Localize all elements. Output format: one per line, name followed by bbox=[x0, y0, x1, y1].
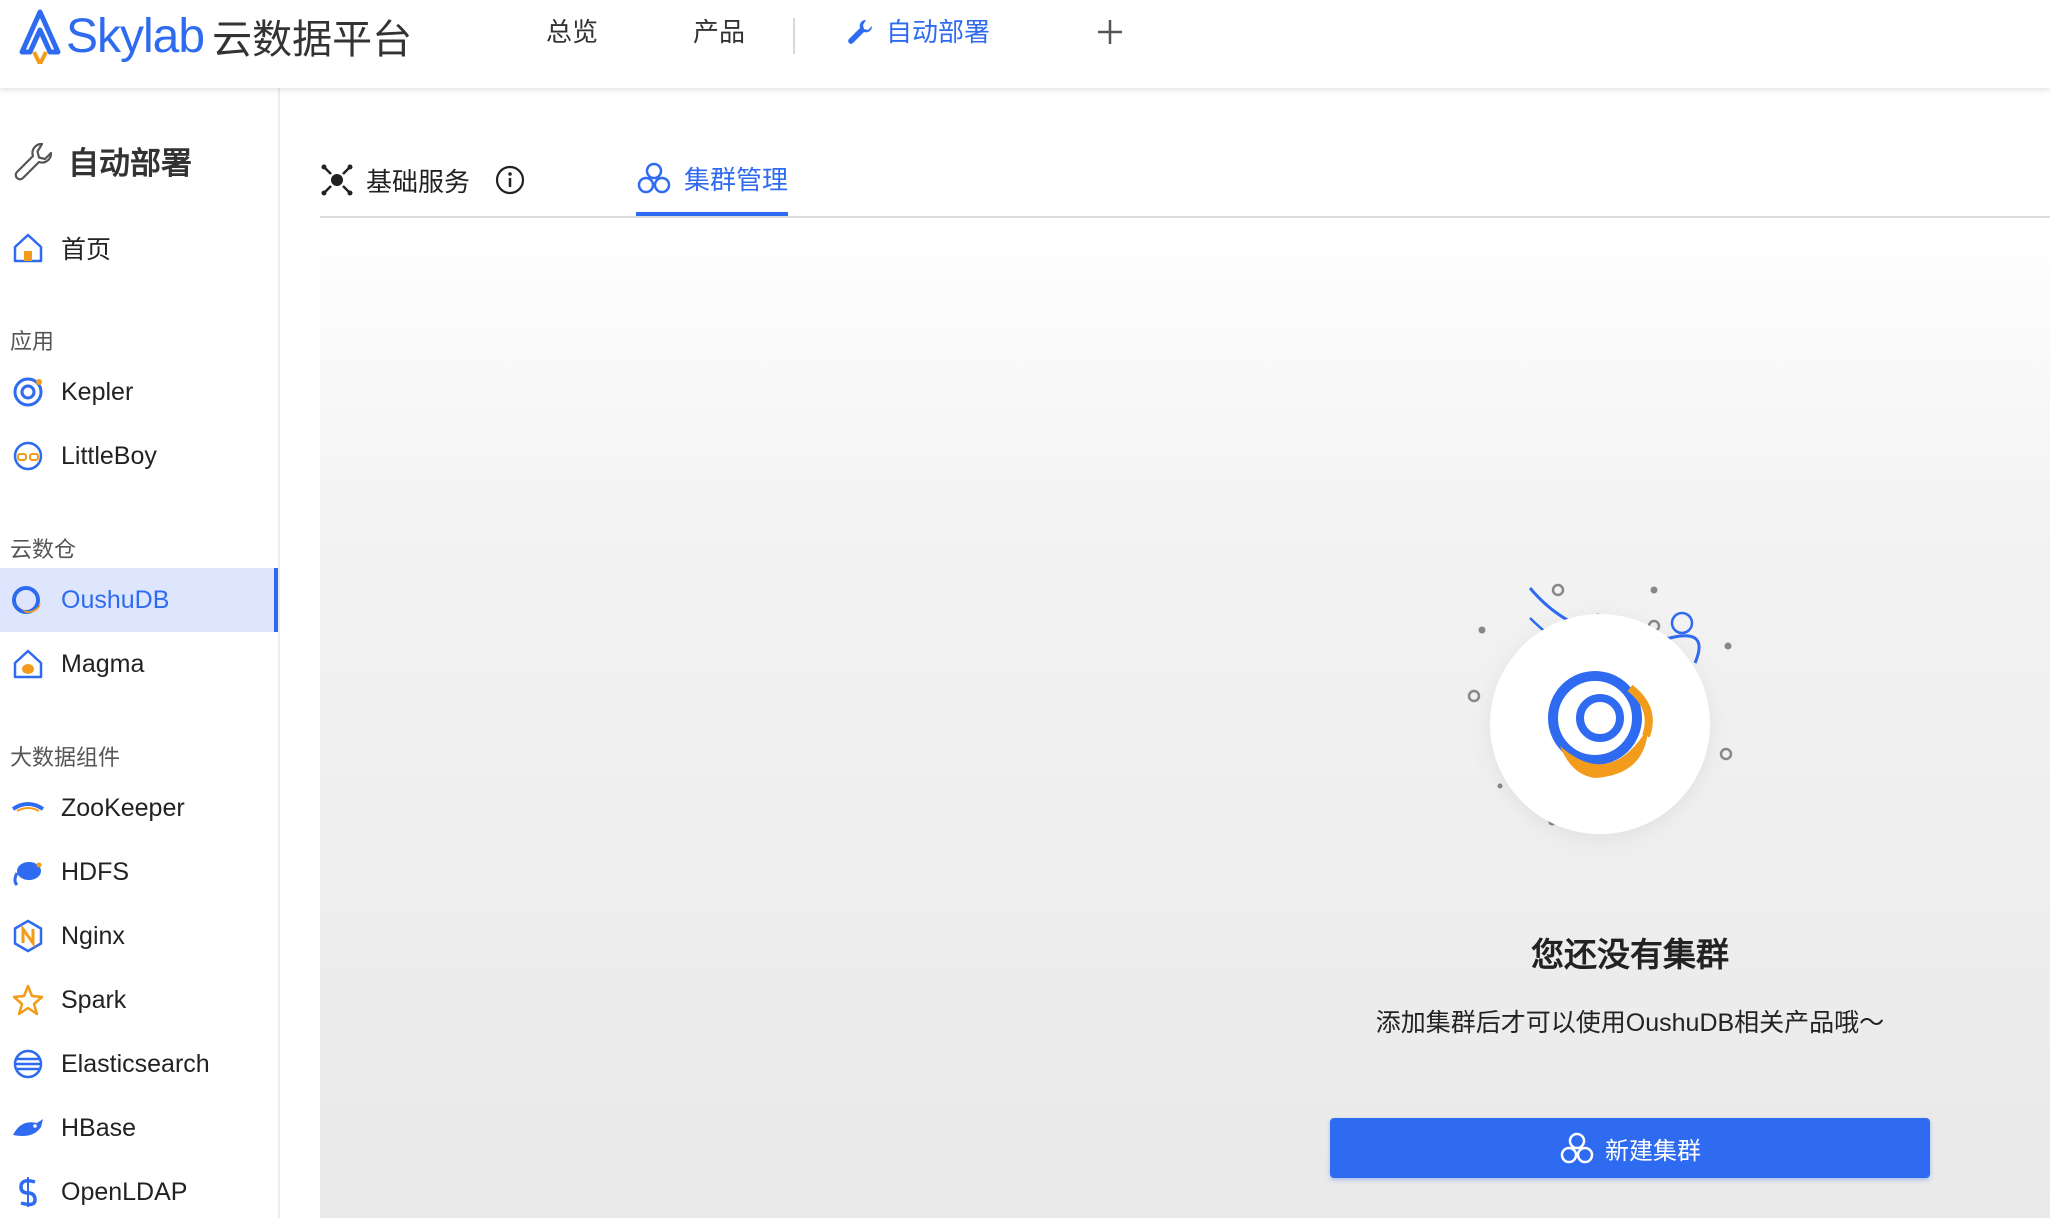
sidebar-group-apps: 应用 bbox=[10, 329, 55, 354]
nav-auto-deploy-label: 自动部署 bbox=[886, 17, 991, 47]
hbase-orca-icon bbox=[13, 1119, 43, 1136]
sidebar-item-littleboy[interactable]: LittleBoy bbox=[0, 424, 278, 488]
nav-products[interactable]: 产品 bbox=[693, 12, 745, 52]
wrench-outline-icon bbox=[14, 142, 53, 180]
create-cluster-button[interactable]: 新建集群 bbox=[1330, 1118, 1930, 1178]
sidebar-item-label: 首页 bbox=[61, 236, 112, 264]
sidebar-item-spark[interactable]: Spark bbox=[0, 968, 278, 1032]
create-cluster-button-label: 新建集群 bbox=[1605, 1137, 1701, 1165]
empty-state-description: 添加集群后才可以使用OushuDB相关产品哦～ bbox=[1375, 1009, 1885, 1037]
logo-text: Skylab bbox=[66, 9, 205, 63]
cluster-icon bbox=[637, 162, 671, 194]
oushudb-icon bbox=[12, 586, 41, 614]
logo-subtitle: 云数据平台 bbox=[212, 18, 413, 62]
sidebar-item-label: Magma bbox=[61, 649, 145, 678]
nav-overview[interactable]: 总览 bbox=[546, 12, 598, 52]
sidebar-item-label: HDFS bbox=[61, 857, 130, 886]
sidebar-group-bigdata: 大数据组件 bbox=[10, 745, 121, 770]
tab-cluster-management-label: 集群管理 bbox=[684, 164, 789, 195]
info-icon[interactable] bbox=[494, 164, 526, 196]
nav-auto-deploy[interactable]: 自动部署 bbox=[846, 12, 990, 52]
home-icon bbox=[13, 233, 43, 263]
sidebar-item-label: Nginx bbox=[61, 921, 125, 950]
skylab-logo-icon bbox=[19, 9, 61, 64]
sidebar-title-label: 自动部署 bbox=[68, 146, 192, 181]
sidebar-item-openldap[interactable]: OpenLDAP bbox=[0, 1160, 278, 1224]
logo[interactable]: Skylab 云数据平台 bbox=[18, 6, 412, 66]
add-tab-plus-icon[interactable] bbox=[1092, 14, 1128, 50]
tab-basic-services-label: 基础服务 bbox=[366, 166, 471, 197]
kepler-icon bbox=[13, 377, 43, 407]
hdfs-elephant-icon bbox=[13, 862, 42, 887]
sidebar-item-hdfs[interactable]: HDFS bbox=[0, 840, 278, 904]
sidebar-item-label: OpenLDAP bbox=[61, 1177, 188, 1206]
main-content: 基础服务 集群管理 您还没有集群 添加集群后才可以使用OushuDB相关产品哦～… bbox=[280, 88, 2050, 1218]
sidebar-item-label: Elasticsearch bbox=[61, 1049, 210, 1078]
littleboy-icon bbox=[13, 441, 43, 471]
openldap-icon bbox=[19, 1177, 37, 1207]
sidebar-item-label: ZooKeeper bbox=[61, 793, 185, 822]
nav-divider bbox=[793, 18, 795, 54]
nginx-icon bbox=[13, 919, 43, 953]
sidebar-item-magma[interactable]: Magma bbox=[0, 632, 278, 696]
sidebar: 自动部署 首页 应用 Kepler LittleBoy 云数仓 OushuDB bbox=[0, 88, 280, 1218]
sidebar-item-label: Spark bbox=[61, 985, 127, 1014]
spark-star-icon bbox=[12, 984, 44, 1016]
sidebar-item-elasticsearch[interactable]: Elasticsearch bbox=[0, 1032, 278, 1096]
sidebar-item-label: HBase bbox=[61, 1113, 137, 1142]
top-bar: Skylab 云数据平台 总览 产品 自动部署 bbox=[0, 0, 2050, 88]
sidebar-item-zookeeper[interactable]: ZooKeeper bbox=[0, 776, 278, 840]
elasticsearch-icon bbox=[13, 1049, 43, 1079]
tab-bar: 基础服务 集群管理 bbox=[320, 144, 2050, 218]
empty-state-title: 您还没有集群 bbox=[1531, 936, 1729, 973]
tab-basic-services[interactable]: 基础服务 bbox=[320, 144, 538, 216]
wrench-icon bbox=[848, 19, 873, 44]
empty-cluster-illustration bbox=[1467, 583, 1733, 834]
zookeeper-icon bbox=[11, 802, 45, 812]
sidebar-title: 自动部署 bbox=[12, 138, 192, 183]
tab-cluster-management[interactable]: 集群管理 bbox=[636, 144, 789, 216]
sidebar-item-label: Kepler bbox=[61, 377, 134, 406]
magma-icon bbox=[13, 649, 43, 679]
cluster-content-area: 您还没有集群 添加集群后才可以使用OushuDB相关产品哦～ 新建集群 bbox=[320, 218, 2050, 1218]
sidebar-item-oushudb[interactable]: OushuDB bbox=[0, 568, 278, 632]
sidebar-item-label: OushuDB bbox=[61, 585, 170, 614]
sidebar-item-kepler[interactable]: Kepler bbox=[0, 360, 278, 424]
sidebar-group-cloud-warehouse: 云数仓 bbox=[10, 537, 77, 562]
sidebar-item-nginx[interactable]: Nginx bbox=[0, 904, 278, 968]
sidebar-item-home[interactable]: 首页 bbox=[0, 216, 278, 280]
cluster-icon bbox=[1560, 1132, 1594, 1164]
sidebar-item-hbase[interactable]: HBase bbox=[0, 1096, 278, 1160]
sidebar-item-label: LittleBoy bbox=[61, 441, 157, 470]
services-network-icon bbox=[321, 164, 353, 196]
